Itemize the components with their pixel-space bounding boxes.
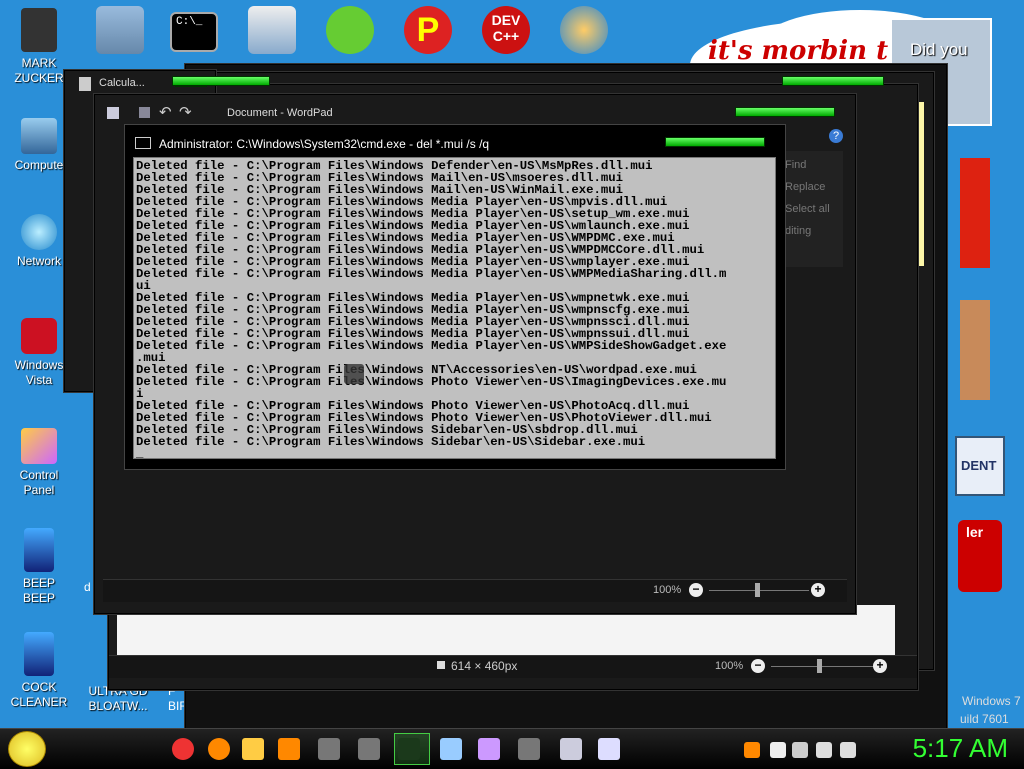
control-panel-icon [21, 428, 57, 464]
red-shape [960, 158, 990, 268]
cmd-icon[interactable]: C:\_ [170, 12, 218, 52]
folder-icon[interactable] [96, 6, 144, 54]
globe-icon[interactable] [560, 6, 608, 54]
p-icon[interactable]: P [404, 6, 452, 54]
app-icon[interactable] [318, 738, 340, 760]
zoom-in-button[interactable]: + [811, 583, 825, 597]
window-title-button[interactable] [782, 76, 884, 86]
window-title-button[interactable] [172, 76, 270, 86]
wordpad-icon [107, 107, 119, 119]
desktop-icon-label: BEEP BEEP [22, 576, 55, 605]
desktop-icon-label: MARK ZUCKER [14, 56, 64, 85]
devcpp-icon[interactable]: DEV C++ [482, 6, 530, 54]
cmd-console-output[interactable]: Deleted file - C:\Program Files\Windows … [133, 157, 776, 459]
ribbon-select-all[interactable]: Select all [785, 203, 830, 215]
red-block: ler [958, 520, 1002, 592]
undo-icon[interactable]: ↶ [159, 103, 172, 121]
desktop-icon-label: Compute [14, 158, 64, 172]
cursor-icon [344, 364, 364, 384]
search-icon[interactable] [744, 742, 760, 758]
app-icon [24, 528, 54, 572]
zoom-in-button[interactable]: + [873, 659, 887, 673]
app-icon[interactable] [518, 738, 540, 760]
badge-dent: DENT [955, 436, 1005, 496]
desktop-icon-cock-cleaner[interactable]: COCK CLEANER [4, 632, 74, 710]
desktop-icon-label: Control Panel [19, 468, 59, 497]
did-you-text: Did you [910, 40, 968, 59]
help-icon[interactable]: ? [829, 129, 843, 143]
action-center-icon[interactable] [792, 742, 808, 758]
wordpad-title-button[interactable] [735, 107, 835, 117]
cmd-title-bar[interactable]: Administrator: C:\Windows\System32\cmd.e… [125, 125, 785, 157]
start-button[interactable] [8, 731, 46, 767]
firefox-icon[interactable] [208, 738, 230, 760]
taskbar-active-highlight [394, 733, 430, 765]
paint-status-bar: 614 × 460px 100% − + [109, 655, 917, 678]
flag-icon[interactable] [770, 742, 786, 758]
search-icon[interactable] [278, 738, 300, 760]
calculator-icon[interactable] [560, 738, 582, 760]
cmd-title-button[interactable] [665, 137, 765, 147]
wordpad-zoom-level: 100% [653, 584, 682, 596]
dimensions-icon [437, 661, 445, 669]
app-icon [24, 632, 54, 676]
cmd-window-icon [135, 137, 151, 149]
badge-dent-text: DENT [961, 458, 997, 473]
notepad-icon[interactable] [440, 738, 462, 760]
desktop-icon-beep-beep[interactable]: BEEP BEEP [4, 528, 74, 606]
taskbar-clock[interactable]: 5:17 AM [913, 733, 1008, 764]
cmd-output-text: Deleted file - C:\Program Files\Windows … [136, 159, 727, 459]
redo-icon[interactable]: ↷ [179, 103, 192, 121]
computer-icon [21, 118, 57, 154]
angry-pig-icon[interactable] [326, 6, 374, 54]
desktop-partial-d: d [84, 580, 91, 594]
network-icon [21, 214, 57, 250]
wordpad-title: Document - WordPad [227, 107, 333, 119]
calculator-icon [79, 77, 91, 91]
zoom-out-button[interactable]: − [751, 659, 765, 673]
wallpaper-text: it's morbin t [708, 36, 889, 66]
wordpad-status-bar: 100% − + [103, 579, 847, 602]
desktop-icon-label: Network [16, 254, 61, 268]
paint-zoom-level: 100% [715, 660, 744, 672]
stack-icon[interactable] [248, 6, 296, 54]
trash-icon [21, 318, 57, 354]
desktop-icon-label: Windows Vista [14, 358, 64, 387]
zoom-slider[interactable] [771, 666, 875, 667]
paint-icon[interactable] [478, 738, 500, 760]
folder-icon[interactable] [242, 738, 264, 760]
network-icon[interactable] [816, 742, 832, 758]
calculator-title: Calcula... [99, 77, 145, 89]
cmd-window[interactable]: Administrator: C:\Windows\System32\cmd.e… [124, 124, 786, 470]
person-icon [21, 8, 57, 52]
cmd-prompt-glyph: C:\_ [176, 16, 203, 28]
build-watermark: uild 7601 [960, 712, 1009, 726]
ribbon-find[interactable]: Find [785, 159, 806, 171]
save-icon[interactable] [139, 107, 150, 118]
zoom-slider-thumb[interactable] [755, 583, 760, 597]
ribbon-replace[interactable]: Replace [785, 181, 825, 193]
paint-dimensions: 614 × 460px [451, 659, 518, 673]
zoom-slider-thumb[interactable] [817, 659, 822, 673]
photo-strip [960, 300, 990, 400]
desktop-icon-control-panel[interactable]: Control Panel [4, 428, 74, 498]
taskbar [0, 728, 1024, 769]
zoom-out-button[interactable]: − [689, 583, 703, 597]
app-icon[interactable] [358, 738, 380, 760]
desktop-icon-label: COCK CLEANER [10, 680, 68, 709]
ribbon-editing: diting [785, 225, 812, 237]
volume-icon[interactable] [840, 742, 856, 758]
chrome-icon[interactable] [172, 738, 194, 760]
wordpad-icon[interactable] [598, 738, 620, 760]
wordpad-ribbon: Find Replace Select all diting [783, 151, 843, 267]
red-block-text: ler [966, 524, 984, 540]
win7-watermark: Windows 7 [962, 694, 1021, 708]
cmd-title: Administrator: C:\Windows\System32\cmd.e… [159, 137, 490, 151]
